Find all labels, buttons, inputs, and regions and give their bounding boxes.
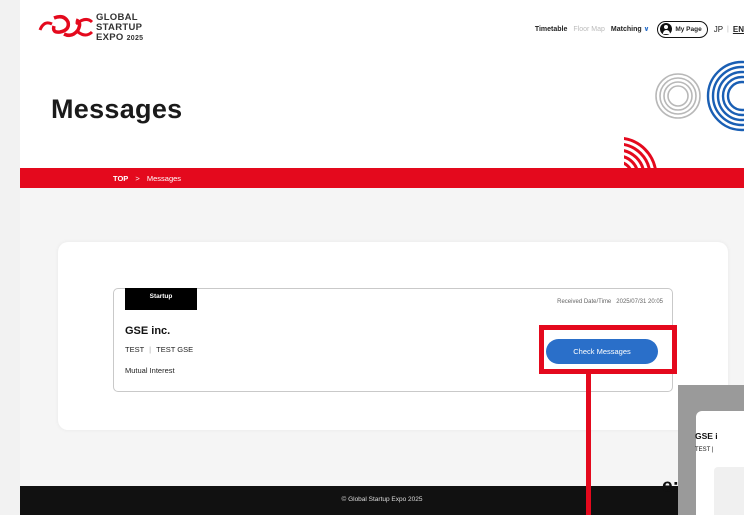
messages-card: Startup Received Date/Time 2025/07/31 20:… bbox=[58, 242, 728, 430]
preview-contact: TEST | bbox=[695, 447, 714, 453]
top-nav: Timetable Floor Map Matching ∨ My Page JP… bbox=[535, 19, 744, 39]
nav-timetable[interactable]: Timetable bbox=[535, 26, 568, 33]
preview-message-box bbox=[714, 467, 744, 515]
page-hero: Messages bbox=[20, 58, 744, 168]
site-header: GLOBAL STARTUP EXPO 2025 Timetable Floor… bbox=[20, 0, 744, 58]
category-tag: Startup bbox=[125, 288, 197, 310]
preview-contact-name: TEST bbox=[695, 447, 711, 453]
contact-second: TEST GSE bbox=[156, 345, 194, 354]
copyright-text: © Global Startup Expo 2025 bbox=[341, 496, 423, 503]
expo-logo[interactable]: GLOBAL STARTUP EXPO 2025 bbox=[38, 12, 168, 46]
contact-first: TEST bbox=[125, 345, 145, 354]
check-messages-button[interactable]: Check Messages bbox=[546, 339, 658, 364]
lang-en[interactable]: EN bbox=[733, 25, 744, 34]
partial-overlay-text: e: bbox=[662, 476, 679, 497]
lang-separator: | bbox=[727, 25, 729, 33]
received-value: 2025/07/31 20:05 bbox=[616, 299, 663, 305]
name-divider: | bbox=[149, 345, 152, 354]
lang-jp[interactable]: JP bbox=[714, 25, 723, 34]
logo-wordmark: GLOBAL STARTUP EXPO 2025 bbox=[96, 13, 143, 44]
preview-company-name: GSE i bbox=[695, 431, 718, 441]
site-footer: © Global Startup Expo 2025 bbox=[20, 486, 744, 515]
breadcrumb-top-link[interactable]: TOP bbox=[113, 174, 128, 183]
logo-year: 2025 bbox=[126, 35, 144, 42]
user-icon bbox=[660, 23, 673, 35]
breadcrumb-bar: TOP > Messages bbox=[20, 168, 744, 188]
interest-status: Mutual Interest bbox=[125, 366, 175, 375]
breadcrumb: TOP > Messages bbox=[113, 174, 181, 183]
nav-matching-label: Matching bbox=[610, 26, 642, 33]
annotation-arrow-line bbox=[586, 374, 591, 515]
contact-names: TEST | TEST GSE bbox=[125, 345, 193, 354]
page-title: Messages bbox=[51, 94, 183, 124]
received-datetime: Received Date/Time 2025/07/31 20:05 bbox=[557, 299, 663, 305]
nav-matching[interactable]: Matching ∨ bbox=[611, 25, 649, 33]
main-content: Startup Received Date/Time 2025/07/31 20:… bbox=[20, 188, 744, 486]
nav-floor-map: Floor Map bbox=[573, 25, 605, 33]
my-page-label: My Page bbox=[675, 25, 702, 33]
decorative-rings-icon bbox=[624, 60, 744, 168]
chevron-down-icon: ∨ bbox=[643, 26, 650, 33]
breadcrumb-current: Messages bbox=[146, 174, 182, 183]
logo-line-3: EXPO 2025 bbox=[96, 32, 144, 43]
received-label: Received Date/Time bbox=[557, 299, 612, 305]
gse-logo-icon bbox=[38, 14, 94, 38]
my-page-button[interactable]: My Page bbox=[657, 20, 708, 38]
company-name: GSE inc. bbox=[125, 325, 171, 337]
detail-preview-overlay: GSE i TEST | bbox=[678, 385, 744, 515]
breadcrumb-separator: > bbox=[135, 174, 140, 183]
left-gutter bbox=[0, 0, 20, 515]
